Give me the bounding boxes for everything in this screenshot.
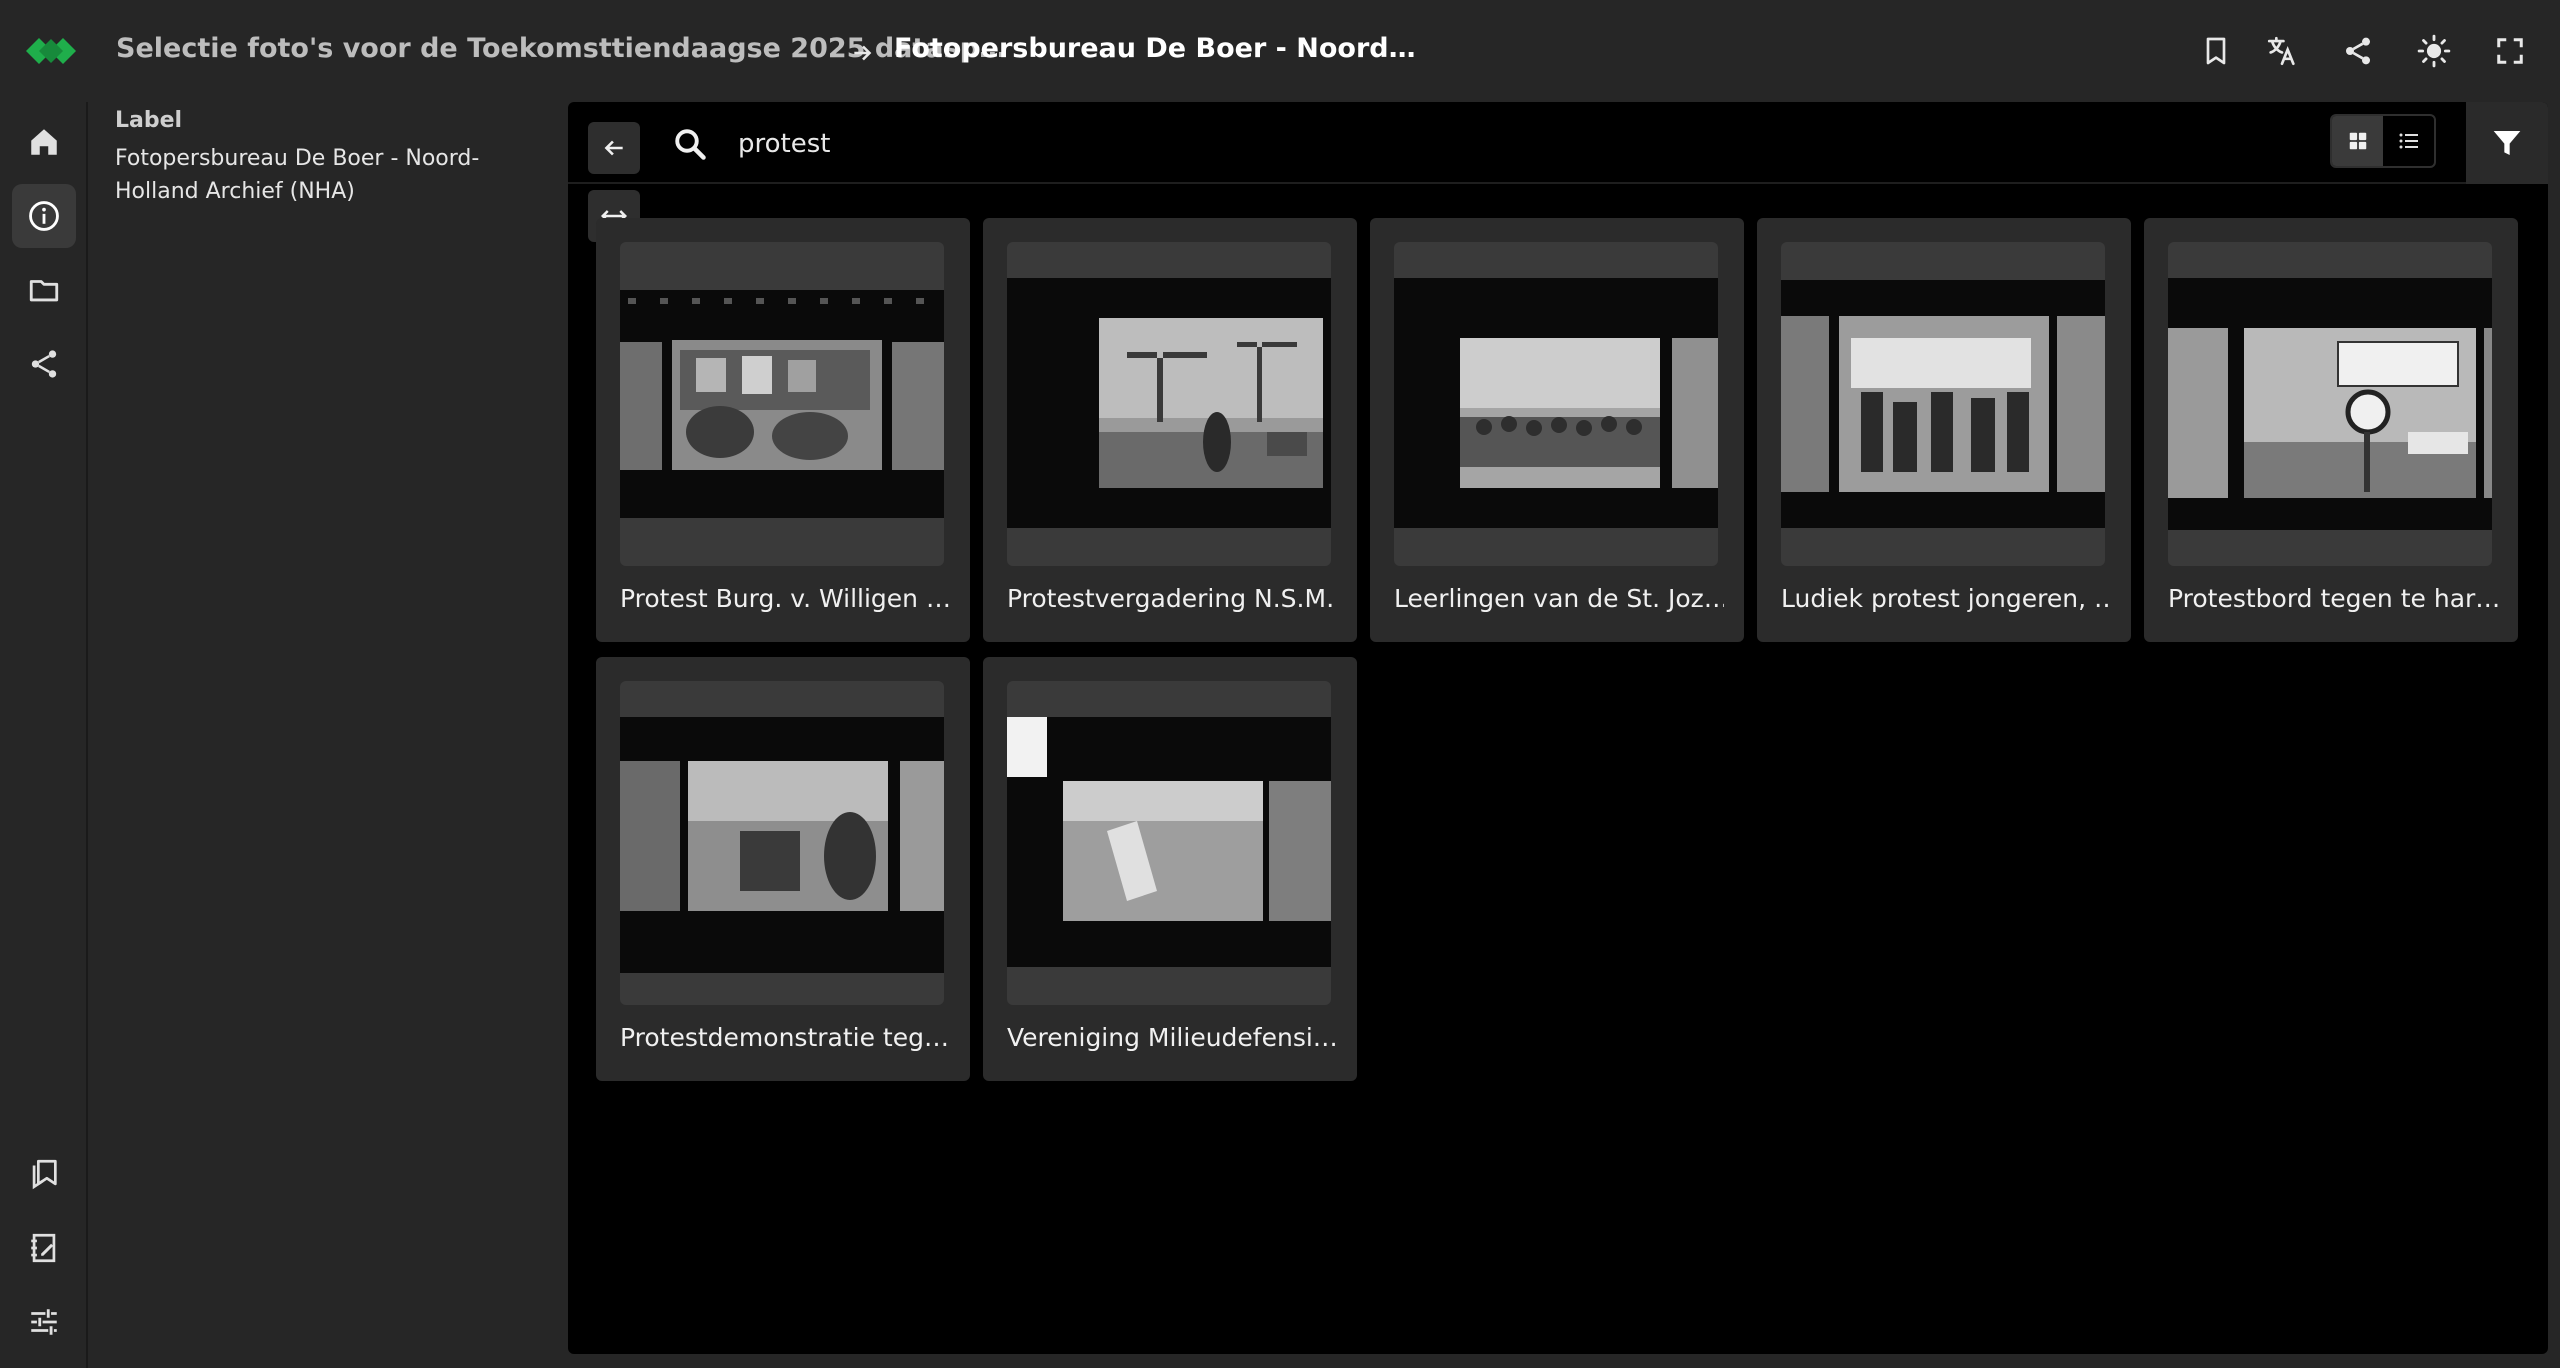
card-thumbnail <box>1394 242 1718 566</box>
card-thumbnail <box>620 242 944 566</box>
search-bar <box>568 102 2548 184</box>
info-panel: Label Fotopersbureau De Boer - Noord-Hol… <box>90 102 568 1368</box>
settings-sliders-icon <box>31 1309 57 1335</box>
translate-button[interactable] <box>2264 33 2300 69</box>
film-negative-image <box>620 717 944 973</box>
list-view-button[interactable] <box>2383 116 2434 166</box>
card-title: Ludiek protest jongeren, … <box>1781 584 2111 613</box>
fullscreen-icon <box>2497 38 2523 64</box>
top-bar: Selectie foto's voor de Toekomsttiendaag… <box>0 0 2560 102</box>
film-negative-image <box>1394 278 1718 528</box>
rail-settings-button[interactable] <box>12 1290 76 1354</box>
breadcrumb-current: Fotopersbureau De Boer - Noord… <box>894 33 1416 64</box>
card-title: Vereniging Milieudefensi… <box>1007 1023 1337 1052</box>
search-icon <box>675 129 706 160</box>
result-card[interactable]: Leerlingen van de St. Joz… <box>1370 218 1744 642</box>
card-thumbnail <box>1781 242 2105 566</box>
film-negative-image <box>1781 280 2105 528</box>
film-negative-image <box>1007 278 1331 528</box>
rail-share-button[interactable] <box>12 332 76 396</box>
info-label: Label <box>115 108 183 133</box>
share-icon <box>31 350 57 378</box>
results-panel: Protest Burg. v. Willigen … Protestverga… <box>568 102 2548 1354</box>
result-card[interactable]: Ludiek protest jongeren, … <box>1757 218 2131 642</box>
rail-bookmarks-button[interactable] <box>12 1142 76 1206</box>
card-title: Protestbord tegen te har… <box>2168 584 2498 613</box>
view-toggle <box>2330 114 2436 168</box>
film-negative-image <box>620 290 944 518</box>
bookmark-button[interactable] <box>2198 33 2234 69</box>
result-card[interactable]: Protestbord tegen te har… <box>2144 218 2518 642</box>
filter-button[interactable] <box>2466 102 2548 184</box>
film-negative-image <box>2168 278 2492 530</box>
search-input[interactable] <box>736 120 1736 168</box>
card-thumbnail <box>1007 681 1331 1005</box>
rail-folder-button[interactable] <box>12 258 76 322</box>
share-icon <box>2346 37 2370 65</box>
translate-icon <box>2267 36 2295 66</box>
card-thumbnail <box>2168 242 2492 566</box>
brightness-icon <box>2417 34 2451 68</box>
result-card[interactable]: Protestdemonstratie teg… <box>596 657 970 1081</box>
grid-icon <box>2349 132 2366 150</box>
info-icon <box>29 201 59 231</box>
card-title: Leerlingen van de St. Joz… <box>1394 584 1724 613</box>
card-title: Protestvergadering N.S.M… <box>1007 584 1337 613</box>
arrow-right-icon <box>854 45 872 61</box>
share-button[interactable] <box>2340 33 2376 69</box>
grid-view-button[interactable] <box>2332 116 2383 166</box>
result-card[interactable]: Protestvergadering N.S.M… <box>983 218 1357 642</box>
back-button[interactable] <box>588 122 640 174</box>
arrow-left-icon <box>604 140 623 156</box>
left-rail <box>0 102 88 1368</box>
rail-notebook-button[interactable] <box>12 1216 76 1280</box>
notebook-icon <box>31 1233 56 1263</box>
app-logo-icon[interactable] <box>26 34 76 68</box>
list-icon <box>2399 133 2418 149</box>
card-title: Protestdemonstratie teg… <box>620 1023 949 1052</box>
rail-home-button[interactable] <box>12 110 76 174</box>
result-card[interactable]: Protest Burg. v. Willigen … <box>596 218 970 642</box>
card-thumbnail <box>1007 242 1331 566</box>
result-card[interactable]: Vereniging Milieudefensi… <box>983 657 1357 1081</box>
theme-toggle-button[interactable] <box>2416 33 2452 69</box>
home-icon <box>31 129 57 155</box>
fullscreen-button[interactable] <box>2492 33 2528 69</box>
card-title: Protest Burg. v. Willigen … <box>620 584 950 613</box>
filter-icon <box>2493 131 2521 155</box>
card-thumbnail <box>620 681 944 1005</box>
info-value: Fotopersbureau De Boer - Noord-Holland A… <box>115 146 480 204</box>
rail-info-button[interactable] <box>12 184 76 248</box>
bookmark-icon <box>2206 37 2226 65</box>
film-negative-image <box>1007 717 1331 967</box>
bookmarks-icon <box>32 1159 57 1190</box>
folder-icon <box>29 280 59 302</box>
